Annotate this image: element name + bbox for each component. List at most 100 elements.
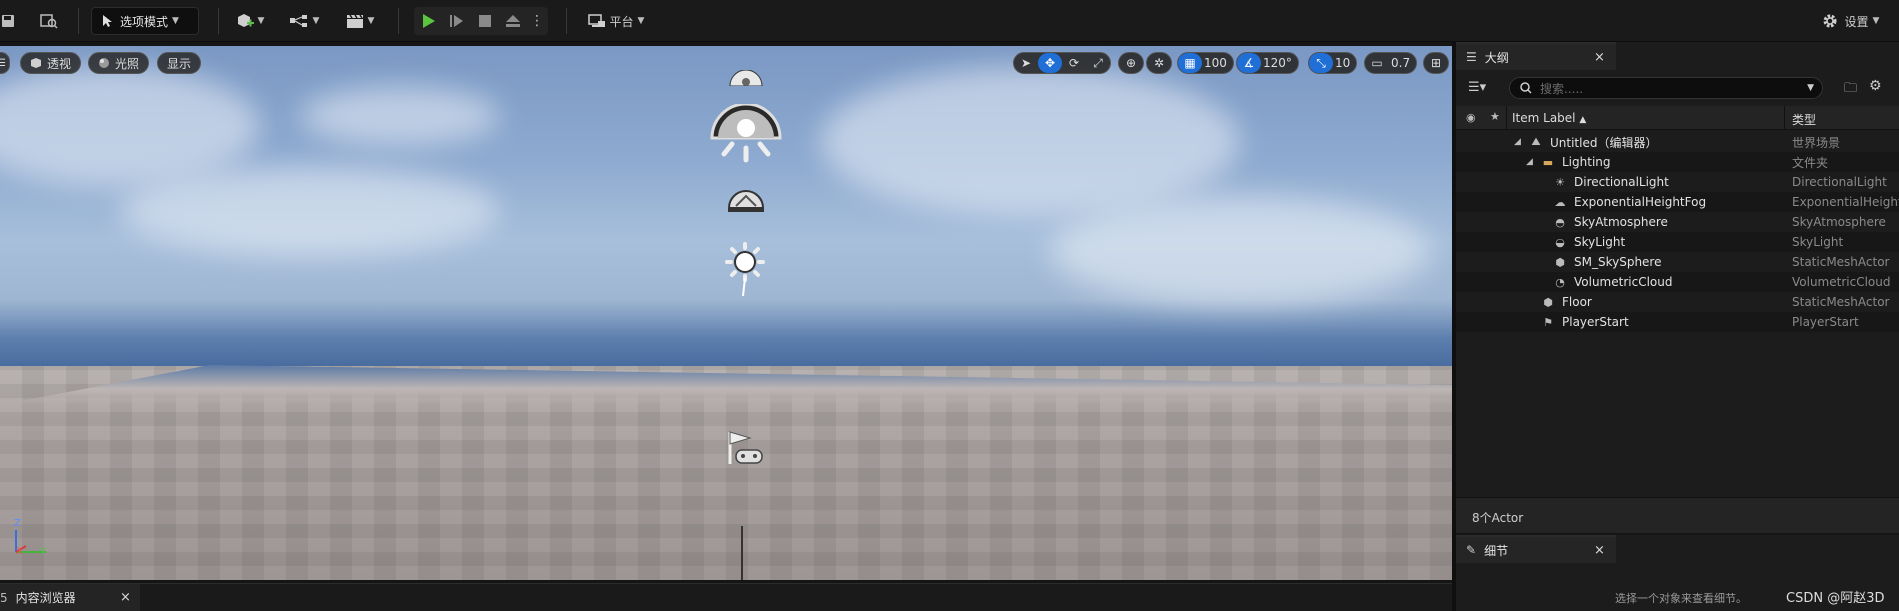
directional-light-billboard-icon[interactable] (722, 242, 768, 298)
outliner-filter-bar: ☰▾ 搜索..... ▼ 🗀 ⚙ (1456, 70, 1899, 106)
hamburger-icon: ☰ (0, 57, 6, 69)
tree-row-label: SkyLight (1574, 235, 1626, 249)
chevron-down-icon: ▼ (172, 16, 179, 26)
step-forward-icon[interactable] (443, 13, 471, 29)
surface-snap-icon: ✲ (1153, 56, 1165, 70)
details-empty-hint: 选择一个对象来查看细节。 (1615, 592, 1747, 605)
stop-icon[interactable] (471, 14, 499, 28)
play-controls-group: ⋮ (414, 7, 548, 35)
outliner-settings-gear-icon[interactable]: ⚙ (1869, 78, 1882, 94)
add-actor-button[interactable]: ▼ (230, 7, 270, 35)
column-item-label[interactable]: Item Label ▲ (1512, 111, 1586, 125)
tree-row-label: SM_SkySphere (1574, 255, 1662, 269)
world-local-toggle[interactable]: ⊕ (1118, 52, 1144, 74)
tree-row-label: DirectionalLight (1574, 175, 1669, 189)
cube-icon (31, 58, 41, 68)
main-toolbar: 选项模式 ▼ ▼ ▼ ▼ ⋮ 平台 ▼ 设置 ▼ (0, 0, 1899, 42)
more-options-icon[interactable]: ⋮ (527, 13, 547, 29)
expand-arrow-icon[interactable]: ◢ (1514, 137, 1521, 147)
tree-row-sky-sphere[interactable]: ⬢ SM_SkySphere StaticMeshActor (1456, 252, 1899, 272)
tree-row-type: StaticMeshActor (1792, 255, 1890, 269)
add-folder-icon[interactable]: 🗀 (1844, 79, 1857, 101)
play-icon[interactable] (415, 13, 443, 29)
show-flags-label: 显示 (167, 56, 192, 71)
outliner-header: ◉ ★ Item Label ▲ 类型 (1456, 106, 1899, 130)
blueprint-button[interactable]: ▼ (284, 7, 324, 35)
close-icon[interactable]: × (1594, 50, 1605, 65)
tree-row-label: VolumetricCloud (1574, 275, 1673, 289)
close-icon[interactable]: × (120, 590, 131, 605)
axis-z-label: Z (14, 518, 21, 529)
scale-snap-control[interactable]: ⤡ 10 (1308, 52, 1358, 74)
filter-icon[interactable]: ☰▾ (1468, 80, 1486, 95)
lit-mode-button[interactable]: 光照 (88, 52, 150, 74)
tree-row-height-fog[interactable]: ☁ ExponentialHeightFog ExponentialHeight (1456, 192, 1899, 212)
tree-row-type: 世界场景 (1792, 135, 1841, 150)
close-icon[interactable]: × (1594, 543, 1605, 558)
level-viewport[interactable]: ☰ 透视 光照 显示 ➤ ✥ ⟳ ⤢ ⊕ ✲ ▦ 100 ∡ 120° ⤡ 10… (0, 46, 1452, 580)
player-start-icon: ⚑ (1543, 315, 1553, 329)
scale-icon[interactable]: ⤢ (1086, 53, 1110, 73)
folder-icon: ▬ (1542, 155, 1554, 169)
axis-y-label: Y (40, 546, 47, 557)
eject-icon[interactable] (499, 14, 527, 28)
pin-star-icon[interactable]: ★ (1490, 110, 1500, 123)
mode-select-button[interactable]: 选项模式 ▼ (91, 7, 199, 35)
tree-row-type: SkyLight (1792, 235, 1844, 249)
volumetric-cloud-billboard-icon[interactable] (726, 70, 766, 86)
show-flags-button[interactable]: 显示 (157, 52, 202, 74)
content-browser-bar: 5 内容浏览器 × (0, 583, 1452, 611)
translate-icon[interactable]: ✥ (1038, 53, 1062, 73)
tree-row-player-start[interactable]: ⚑ PlayerStart PlayerStart (1456, 312, 1899, 332)
tree-row-directional-light[interactable]: ☀ DirectionalLight DirectionalLight (1456, 172, 1899, 192)
column-type[interactable]: 类型 (1792, 111, 1816, 128)
tree-row-label: Floor (1562, 295, 1592, 309)
surface-snap-toggle[interactable]: ✲ (1146, 52, 1172, 74)
camera-speed-control[interactable]: ▭ 0.7 (1364, 52, 1418, 74)
tree-row-type: SkyAtmosphere (1792, 215, 1886, 229)
tree-row-sky-atmosphere[interactable]: ◓ SkyAtmosphere SkyAtmosphere (1456, 212, 1899, 232)
player-start-billboard-icon[interactable] (726, 430, 766, 466)
grid-snap-control[interactable]: ▦ 100 (1177, 52, 1234, 74)
sky-light-billboard-icon[interactable] (710, 104, 782, 168)
tab-outliner[interactable]: ☰ 大纲 × (1456, 42, 1616, 70)
cinematics-button[interactable]: ▼ (340, 7, 380, 35)
outliner-footer: 8个Actor (1456, 497, 1899, 533)
rotation-snap-control[interactable]: ∡ 120° (1236, 52, 1299, 74)
perspective-button[interactable]: 透视 (20, 52, 82, 74)
outliner-panel: ☰ 大纲 × ☰▾ 搜索..... ▼ 🗀 ⚙ ◉ ★ Item Label ▲… (1456, 42, 1899, 533)
tree-row-world[interactable]: ◢ ⛰ Untitled（编辑器） 世界场景 (1456, 132, 1899, 152)
tree-row-volumetric-cloud[interactable]: ◔ VolumetricCloud VolumetricCloud (1456, 272, 1899, 292)
tree-row-floor[interactable]: ⬢ Floor StaticMeshActor (1456, 292, 1899, 312)
visibility-eye-icon[interactable]: ◉ (1466, 111, 1476, 124)
select-mode-icon (103, 15, 112, 27)
save-icon[interactable] (0, 7, 16, 35)
settings-button[interactable]: 设置 ▼ (1810, 7, 1890, 35)
platform-icon (587, 14, 605, 27)
expand-arrow-icon[interactable]: ◢ (1526, 157, 1533, 167)
platform-button[interactable]: 平台 ▼ (580, 7, 652, 35)
select-arrow-icon[interactable]: ➤ (1014, 53, 1038, 73)
search-icon (1520, 82, 1532, 94)
tree-row-type: PlayerStart (1792, 315, 1859, 329)
tree-row-type: 文件夹 (1792, 155, 1829, 170)
chevron-down-icon[interactable]: ▼ (1807, 83, 1814, 93)
tree-row-label: SkyAtmosphere (1574, 215, 1668, 229)
details-panel: ✎ 细节 × 选择一个对象来查看细节。 CSDN @阿赵3D (1456, 535, 1899, 611)
directional-light-icon: ☀ (1555, 175, 1565, 189)
layout-toggle[interactable]: ⊞ (1423, 52, 1449, 74)
tab-content-browser[interactable]: 5 内容浏览器 × (0, 584, 140, 611)
browse-level-icon[interactable] (36, 7, 62, 35)
tab-details[interactable]: ✎ 细节 × (1456, 535, 1616, 563)
tree-row-lighting[interactable]: ◢ ▬ Lighting 文件夹 (1456, 152, 1899, 172)
tree-row-sky-light[interactable]: ◒ SkyLight SkyLight (1456, 232, 1899, 252)
search-input[interactable]: 搜索..... ▼ (1509, 77, 1823, 99)
sky-atmosphere-billboard-icon[interactable] (726, 184, 766, 214)
outliner-tab-title: 大纲 (1484, 50, 1509, 65)
tree-row-label: Untitled（编辑器） (1550, 135, 1658, 150)
tree-row-label: ExponentialHeightFog (1574, 195, 1707, 209)
rotate-icon[interactable]: ⟳ (1062, 53, 1086, 73)
static-mesh-icon: ⬢ (1555, 255, 1565, 269)
settings-label: 设置 (1844, 14, 1869, 29)
cloud-icon: ◔ (1555, 275, 1565, 289)
